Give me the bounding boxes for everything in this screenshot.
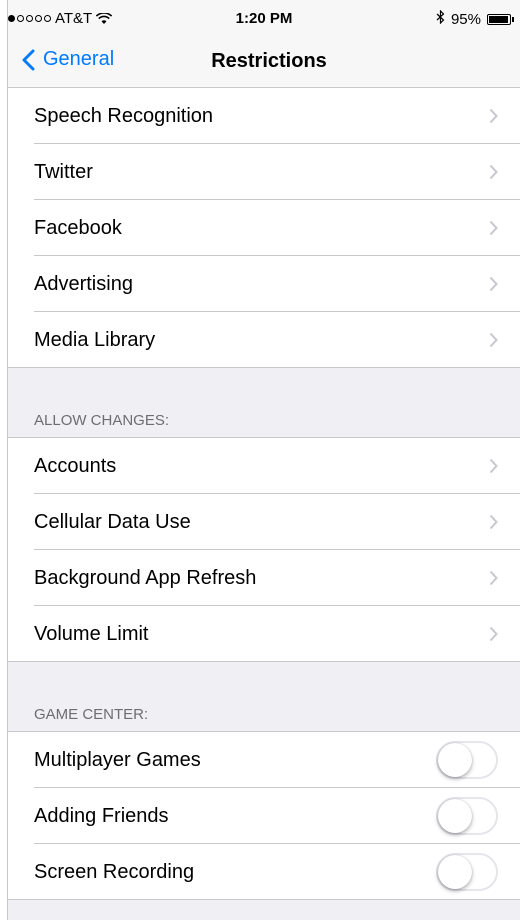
row-label: Background App Refresh xyxy=(34,566,257,589)
chevron-right-icon xyxy=(489,276,498,292)
battery-icon xyxy=(487,13,514,25)
battery-percent: 95% xyxy=(450,10,481,28)
adding-friends-toggle[interactable] xyxy=(436,797,498,835)
row-label: Twitter xyxy=(34,160,93,183)
chevron-right-icon xyxy=(489,220,498,236)
chevron-right-icon xyxy=(489,164,498,180)
row-background-app-refresh[interactable]: Background App Refresh xyxy=(8,550,520,606)
battery-tip xyxy=(512,16,514,22)
chevron-right-icon xyxy=(489,108,498,124)
row-label: Multiplayer Games xyxy=(34,748,201,771)
section-header-game-center: GAME CENTER: xyxy=(8,662,520,732)
row-cellular-data-use[interactable]: Cellular Data Use xyxy=(8,494,520,550)
row-label: Advertising xyxy=(34,272,133,295)
row-label: Facebook xyxy=(34,216,122,239)
chevron-right-icon xyxy=(489,570,498,586)
row-adding-friends: Adding Friends xyxy=(8,788,520,844)
row-twitter[interactable]: Twitter xyxy=(8,144,520,200)
row-media-library[interactable]: Media Library xyxy=(8,312,520,368)
game-center-group: Multiplayer Games Adding Friends Screen … xyxy=(8,732,520,900)
row-label: Media Library xyxy=(34,328,156,351)
left-edge xyxy=(0,0,8,920)
row-label: Screen Recording xyxy=(34,860,195,883)
battery-body xyxy=(487,13,511,25)
row-multiplayer-games: Multiplayer Games xyxy=(8,732,520,788)
row-speech-recognition[interactable]: Speech Recognition xyxy=(8,88,520,144)
row-facebook[interactable]: Facebook xyxy=(8,200,520,256)
chevron-right-icon xyxy=(489,514,498,530)
row-accounts[interactable]: Accounts xyxy=(8,438,520,494)
toggle-knob xyxy=(438,855,472,889)
battery-fill xyxy=(489,15,508,23)
screen-recording-toggle[interactable] xyxy=(436,853,498,891)
content-group: Speech Recognition Twitter Facebook Adve… xyxy=(8,88,520,368)
row-label: Adding Friends xyxy=(34,804,169,827)
chevron-right-icon xyxy=(489,626,498,642)
page-title: Restrictions xyxy=(211,50,327,72)
row-label: Cellular Data Use xyxy=(34,510,191,533)
toggle-knob xyxy=(438,799,472,833)
row-volume-limit[interactable]: Volume Limit xyxy=(8,606,520,662)
settings-list: Speech Recognition Twitter Facebook Adve… xyxy=(8,88,520,900)
status-bar: AT&T 1:20 PM 95% xyxy=(8,0,520,40)
row-screen-recording: Screen Recording xyxy=(8,844,520,900)
bluetooth-icon xyxy=(436,9,445,28)
row-label: Speech Recognition xyxy=(34,104,214,127)
row-label: Accounts xyxy=(34,454,117,477)
navigation-bar: General Restrictions xyxy=(8,40,520,88)
chevron-right-icon xyxy=(489,332,498,348)
row-label: Volume Limit xyxy=(34,622,149,645)
section-header-allow-changes: ALLOW CHANGES: xyxy=(8,368,520,438)
status-right: 95% xyxy=(436,9,514,28)
allow-changes-group: Accounts Cellular Data Use Background Ap… xyxy=(8,438,520,662)
toggle-knob xyxy=(438,743,472,777)
row-advertising[interactable]: Advertising xyxy=(8,256,520,312)
chevron-right-icon xyxy=(489,458,498,474)
multiplayer-games-toggle[interactable] xyxy=(436,741,498,779)
